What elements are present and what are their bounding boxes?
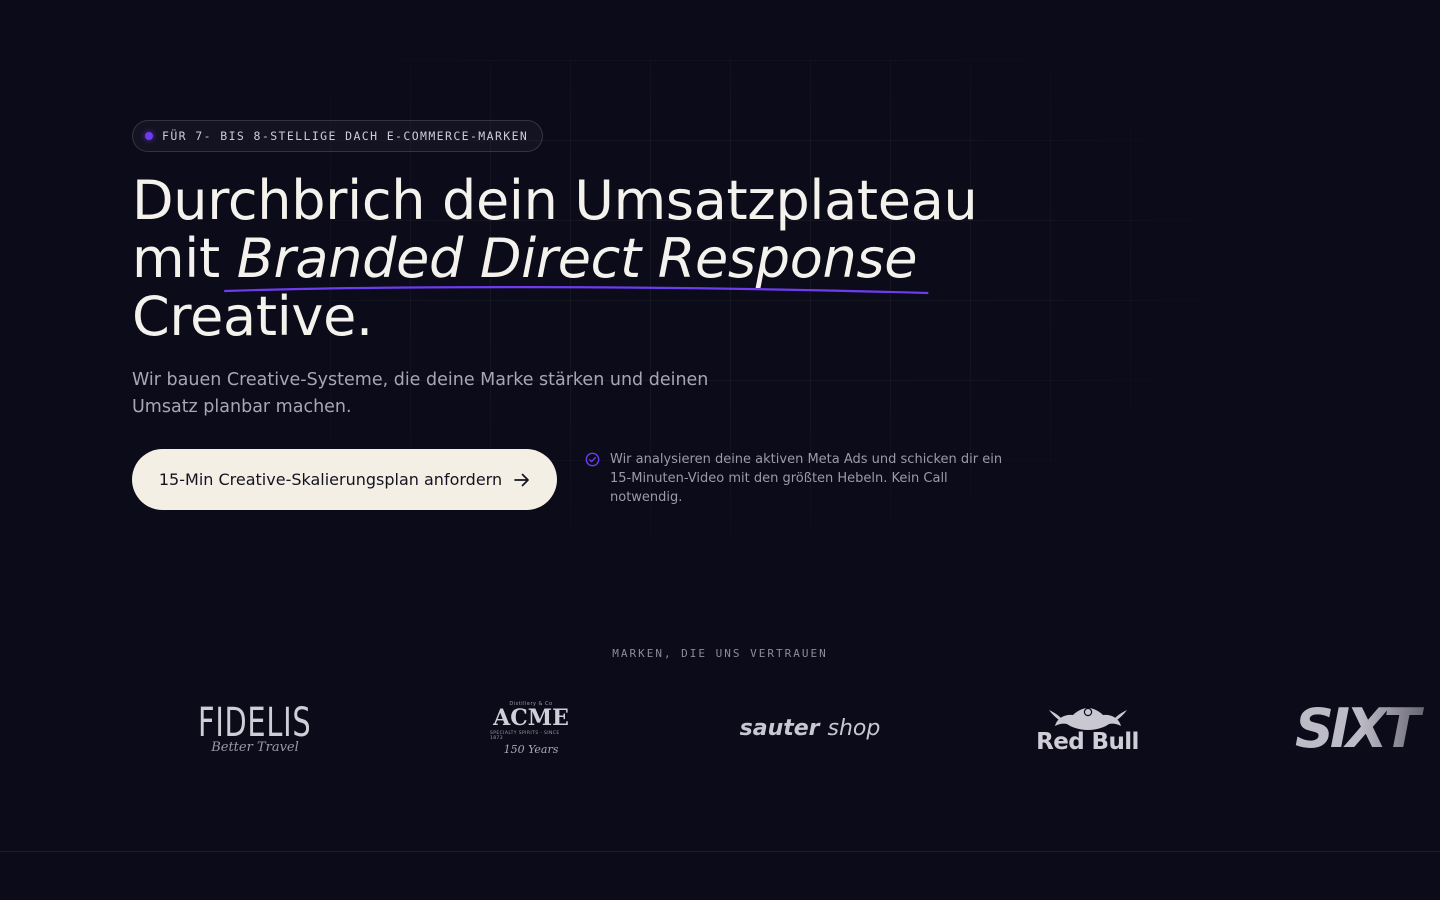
logo-sixt: SIXT [1295,690,1440,766]
cta-note: Wir analysieren deine aktiven Meta Ads u… [585,450,1005,507]
check-circle-icon [585,452,600,467]
redbull-wordmark: Red Bull [1036,729,1139,755]
audience-badge-text: FÜR 7- BIS 8-STELLIGE DACH E-COMMERCE-MA… [162,129,529,143]
sauter-wordmark: sauter [739,715,820,741]
shop-wordmark: shop [827,715,881,741]
acme-wordmark: ACME [493,704,569,731]
sixt-wordmark: SIXT [1295,696,1420,760]
dot-icon [145,132,153,140]
headline-line-1: Durchbrich dein Umsatzplateau [132,169,978,232]
acme-years: 150 Years [503,742,559,756]
underline-accent [223,286,929,295]
request-plan-button-label: 15-Min Creative-Skalierungsplan anforder… [158,470,503,489]
headline-line-2-prefix: mit [132,227,237,290]
brands-label: MARKEN, DIE UNS VERTRAUEN [612,647,828,660]
logo-redbull: Red Bull [1030,690,1145,766]
headline-emphasis: Branded Direct Response [223,230,929,295]
logo-sautershop: sauter shop [720,690,900,766]
audience-badge: FÜR 7- BIS 8-STELLIGE DACH E-COMMERCE-MA… [132,120,544,152]
request-plan-button[interactable]: 15-Min Creative-Skalierungsplan anforder… [132,449,557,510]
headline-line-2: mit Branded Direct Response [132,227,977,295]
arrow-right-icon [514,473,529,486]
cta-note-text: Wir analysieren deine aktiven Meta Ads u… [610,452,1003,505]
fidelis-wordmark: FIDELIS [198,699,312,746]
acme-sub-text: SPECIALTY SPIRITS · SINCE 1873 [490,730,560,741]
logo-fidelis: FIDELIS Better Travel [180,690,330,766]
hero-subtitle: Wir bauen Creative-Systeme, die deine Ma… [132,370,709,417]
section-divider [0,851,1440,852]
bulls-icon [1048,707,1127,730]
landing-page: FÜR 7- BIS 8-STELLIGE DACH E-COMMERCE-MA… [0,0,1440,900]
hero-headline: Durchbrich dein Umsatzplateau mit Brande… [132,169,978,346]
logo-acme: Distillery & Co ACME SPECIALTY SPIRITS ·… [490,690,572,766]
